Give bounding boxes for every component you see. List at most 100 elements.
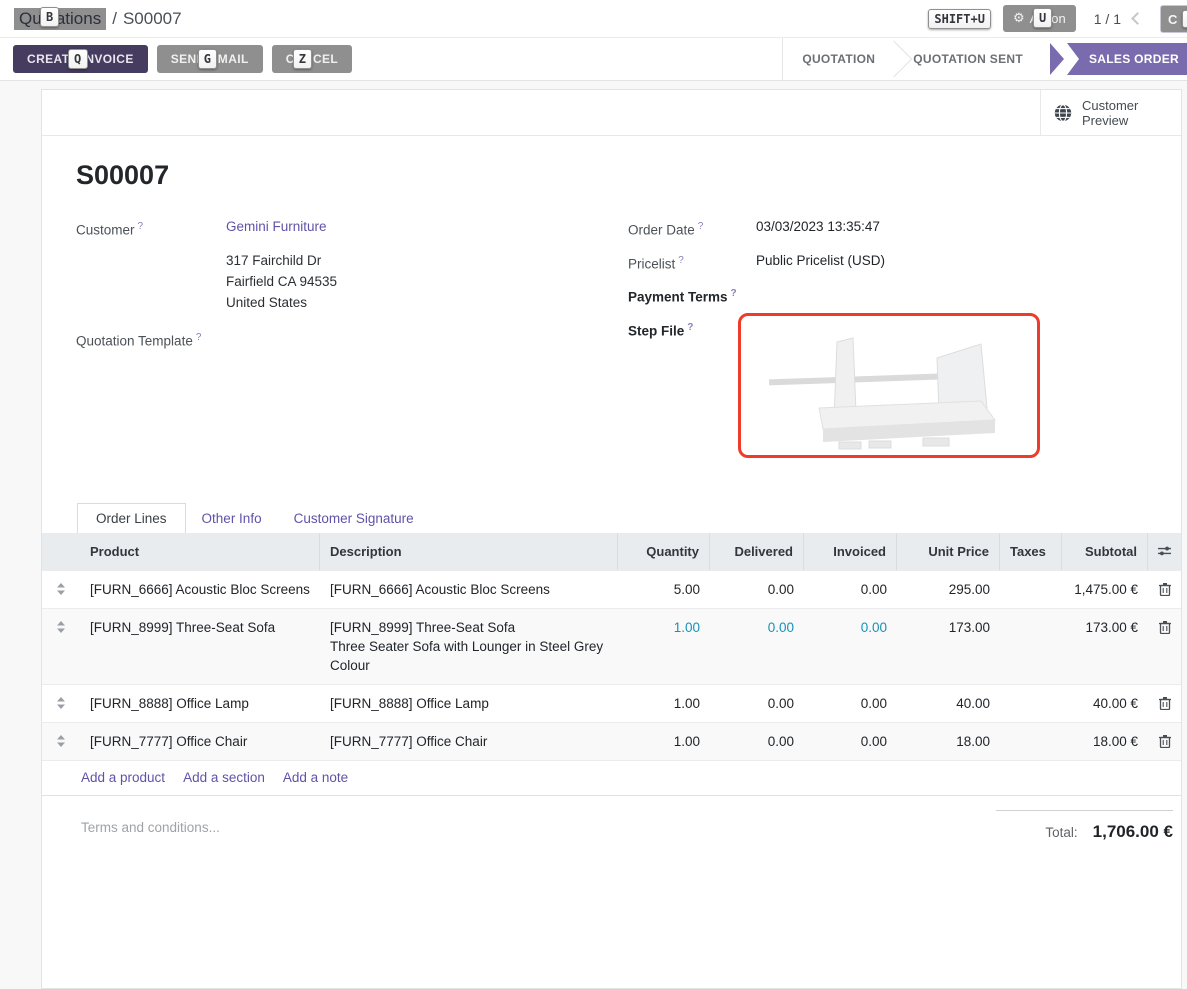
tab-order-lines[interactable]: Order Lines (77, 503, 186, 533)
cell-taxes[interactable] (1000, 609, 1062, 684)
cell-delivered[interactable]: 0.00 (710, 723, 804, 760)
cell-unit-price[interactable]: 18.00 (897, 723, 1000, 760)
pricelist-value[interactable]: Public Pricelist (USD) (756, 250, 885, 275)
status-sales-order-active[interactable]: SALES ORDER (1067, 43, 1187, 75)
cell-taxes[interactable] (1000, 723, 1062, 760)
step-file-image[interactable] (738, 313, 1040, 458)
cell-unit-price[interactable]: 295.00 (897, 571, 1000, 608)
delete-row-icon[interactable] (1148, 571, 1181, 608)
corner-button[interactable]: C (1160, 5, 1187, 33)
step-file-3d-render (741, 316, 1037, 455)
keyboard-hint-breadcrumb: B (40, 7, 59, 27)
cell-quantity[interactable]: 1.00 (618, 723, 710, 760)
customer-field-label: Customer (76, 216, 226, 241)
breadcrumb-quotations-link[interactable]: Quotations B (14, 8, 106, 30)
cell-description[interactable]: [FURN_8888] Office Lamp (320, 685, 618, 722)
add-product-link[interactable]: Add a product (81, 770, 165, 785)
header-subtotal: Subtotal (1062, 533, 1148, 570)
drag-handle-icon[interactable] (42, 609, 80, 684)
drag-handle-icon[interactable] (42, 685, 80, 722)
breadcrumb-section-label: Quotations (19, 9, 101, 28)
cell-quantity[interactable]: 1.00 (618, 609, 710, 684)
cell-unit-price[interactable]: 173.00 (897, 609, 1000, 684)
cell-delivered[interactable]: 0.00 (710, 685, 804, 722)
cell-product[interactable]: [FURN_8888] Office Lamp (80, 685, 320, 722)
quotation-template-label: Quotation Template (76, 327, 201, 352)
breadcrumb-separator: / (112, 9, 117, 29)
button-box: Customer Preview (42, 90, 1181, 136)
cell-quantity[interactable]: 5.00 (618, 571, 710, 608)
table-row: [FURN_8888] Office Lamp [FURN_8888] Offi… (42, 684, 1181, 722)
cell-delivered[interactable]: 0.00 (710, 609, 804, 684)
status-quotation-sent[interactable]: QUOTATION SENT (896, 52, 1040, 66)
create-invoice-button[interactable]: CREATE INVOICE Q (13, 45, 148, 73)
pricelist-label: Pricelist (628, 250, 756, 275)
keyboard-hint-action: U (1033, 8, 1052, 28)
cell-unit-price[interactable]: 40.00 (897, 685, 1000, 722)
action-menu-button[interactable]: ⚙ Action U (1003, 5, 1076, 32)
cell-subtotal: 173.00 € (1062, 609, 1148, 684)
tab-other-info[interactable]: Other Info (186, 504, 278, 533)
customer-preview-button[interactable]: Customer Preview (1040, 90, 1181, 135)
cell-invoiced[interactable]: 0.00 (804, 685, 897, 722)
table-row: [FURN_7777] Office Chair [FURN_7777] Off… (42, 722, 1181, 760)
optional-columns-icon[interactable] (1148, 533, 1181, 570)
field-grid: Customer Gemini Furniture 317 Fairchild … (76, 216, 1147, 467)
cell-product[interactable]: [FURN_7777] Office Chair (80, 723, 320, 760)
customer-preview-label: Customer Preview (1082, 98, 1152, 128)
action-bar: CREATE INVOICE Q SEND EMAIL G CANCEL Z Q… (0, 38, 1187, 81)
add-section-link[interactable]: Add a section (183, 770, 265, 785)
cell-quantity[interactable]: 1.00 (618, 685, 710, 722)
terms-placeholder[interactable]: Terms and conditions... (81, 820, 220, 842)
header-description: Description (320, 533, 618, 570)
cell-description[interactable]: [FURN_6666] Acoustic Bloc Screens (320, 571, 618, 608)
cell-taxes[interactable] (1000, 571, 1062, 608)
delete-row-icon[interactable] (1148, 723, 1181, 760)
field-column-left: Customer Gemini Furniture 317 Fairchild … (76, 216, 628, 467)
customer-address: 317 Fairchild Dr Fairfield CA 94535 Unit… (226, 250, 628, 313)
delete-row-icon[interactable] (1148, 609, 1181, 684)
gear-icon: ⚙ (1013, 11, 1025, 26)
globe-icon (1053, 103, 1073, 123)
delete-row-icon[interactable] (1148, 685, 1181, 722)
cell-invoiced[interactable]: 0.00 (804, 571, 897, 608)
tab-customer-signature[interactable]: Customer Signature (278, 504, 430, 533)
customer-field-value[interactable]: Gemini Furniture (226, 216, 327, 241)
cell-invoiced[interactable]: 0.00 (804, 723, 897, 760)
keyboard-hint-send-email: G (198, 49, 218, 69)
header-delivered: Delivered (710, 533, 804, 570)
address-line-3: United States (226, 292, 628, 313)
cell-delivered[interactable]: 0.00 (710, 571, 804, 608)
cell-taxes[interactable] (1000, 685, 1062, 722)
statusbar: QUOTATION QUOTATION SENT SALES ORDER (782, 38, 1187, 80)
header-invoiced: Invoiced (804, 533, 897, 570)
header-unit-price: Unit Price (897, 533, 1000, 570)
notebook-tabs: Order Lines Other Info Customer Signatur… (42, 500, 1181, 533)
breadcrumb: Quotations B / S00007 (14, 8, 182, 30)
table-row: [FURN_8999] Three-Seat Sofa [FURN_8999] … (42, 608, 1181, 684)
top-navbar: Quotations B / S00007 SHIFT+U ⚙ Action U… (0, 0, 1187, 38)
order-date-value[interactable]: 03/03/2023 13:35:47 (756, 216, 880, 241)
cell-product[interactable]: [FURN_6666] Acoustic Bloc Screens (80, 571, 320, 608)
keyboard-hint-cancel: Z (293, 49, 313, 69)
record-title: S00007 (76, 160, 1147, 191)
order-date-label: Order Date (628, 216, 756, 241)
drag-handle-icon[interactable] (42, 571, 80, 608)
sheet-footer: Terms and conditions... Total: 1,706.00 … (42, 796, 1181, 862)
add-note-link[interactable]: Add a note (283, 770, 348, 785)
drag-handle-icon[interactable] (42, 723, 80, 760)
cell-subtotal: 18.00 € (1062, 723, 1148, 760)
cell-invoiced[interactable]: 0.00 (804, 609, 897, 684)
cell-product[interactable]: [FURN_8999] Three-Seat Sofa (80, 609, 320, 684)
table-row: [FURN_6666] Acoustic Bloc Screens [FURN_… (42, 570, 1181, 608)
status-separator-icon (876, 41, 913, 78)
send-email-button[interactable]: SEND EMAIL G (157, 45, 263, 73)
cancel-button[interactable]: CANCEL Z (272, 45, 352, 73)
cell-description[interactable]: [FURN_7777] Office Chair (320, 723, 618, 760)
pager-previous-icon[interactable] (1131, 12, 1144, 25)
table-header-row: Product Description Quantity Delivered I… (42, 533, 1181, 570)
cell-description[interactable]: [FURN_8999] Three-Seat Sofa Three Seater… (320, 609, 618, 684)
pager-counter: 1 / 1 (1094, 11, 1121, 27)
breadcrumb-record: S00007 (123, 9, 182, 29)
address-line-2: Fairfield CA 94535 (226, 271, 628, 292)
